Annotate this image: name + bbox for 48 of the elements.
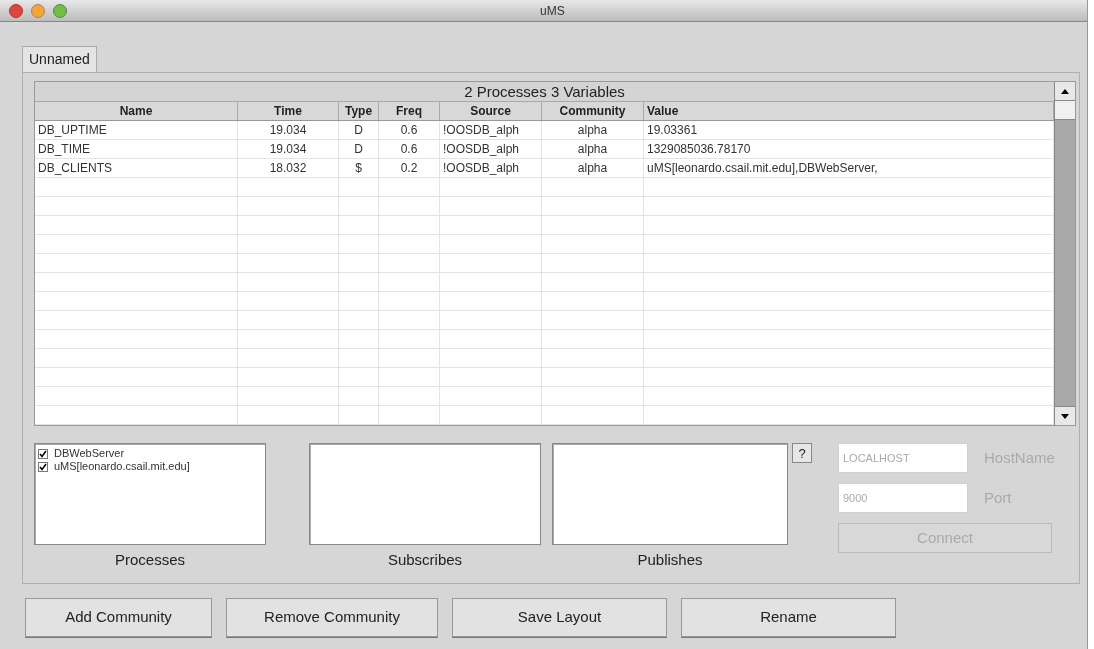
tab[interactable]: Unnamed [22,46,97,72]
scroll-up-icon[interactable] [1055,82,1075,101]
table-cell: !OOSDB_alph [440,121,542,139]
table-cell: !OOSDB_alph [440,140,542,158]
table-cell: 18.032 [238,159,339,177]
zoom-icon[interactable] [53,3,67,18]
column-header[interactable]: Name [35,102,238,120]
column-header[interactable]: Source [440,102,542,120]
column-header[interactable]: Community [542,102,644,120]
list-box[interactable]: DBWebServer uMS[leonardo.csail.mit.edu] [34,443,266,545]
minimize-icon[interactable] [31,3,45,18]
table-cell: !OOSDB_alph [440,159,542,177]
scrollbar[interactable] [1054,82,1075,425]
checkbox[interactable] [38,448,48,459]
table-cell: D [339,121,379,139]
table-cell: 19.034 [238,140,339,158]
checkbox[interactable] [38,461,48,472]
list-label: Subscribes [387,550,463,570]
list-label: Publishes [637,550,703,570]
column-header[interactable]: Type [339,102,379,120]
scroll-down-icon[interactable] [1055,406,1075,425]
table-cell: alpha [542,140,644,158]
table-cell: 0.6 [379,140,440,158]
column-header[interactable]: Time [238,102,339,120]
action-button[interactable]: Add Community [25,598,212,637]
process-name: DBWebServer [54,446,125,462]
table-cell: 19.034 [238,121,339,139]
table-cell: alpha [542,121,644,139]
scroll-thumb[interactable] [1055,101,1075,120]
table-cell: D [339,140,379,158]
table-cell: alpha [542,159,644,177]
process-name: uMS[leonardo.csail.mit.edu] [54,459,190,475]
table-cell: DB_TIME [35,140,238,158]
action-button[interactable]: Save Layout [452,598,667,637]
table-cell: 0.6 [379,121,440,139]
table-cell: DB_UPTIME [35,121,238,139]
action-button[interactable]: Remove Community [226,598,438,637]
action-button[interactable]: Rename [681,598,896,637]
table-cell: $ [339,159,379,177]
table-cell: DB_CLIENTS [35,159,238,177]
list-box[interactable] [552,443,788,545]
close-icon[interactable] [9,3,23,18]
list-label: Processes [115,550,185,570]
column-header[interactable]: Freq [379,102,440,120]
window-title: uMS [540,2,565,20]
help-button[interactable]: ? [792,443,812,463]
table-cell: 0.2 [379,159,440,177]
list-box[interactable] [309,443,541,545]
